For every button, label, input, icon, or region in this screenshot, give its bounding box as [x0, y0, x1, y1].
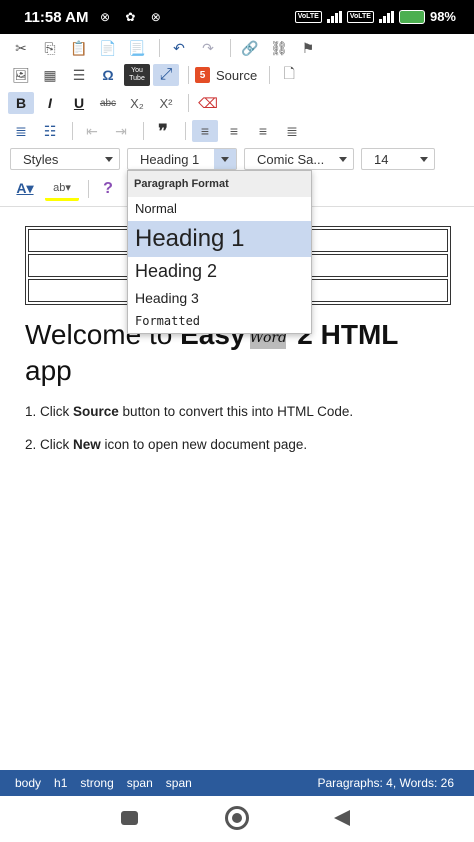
new-page-icon[interactable]: 🗋	[276, 64, 302, 86]
bg-color-icon[interactable]: ab▾	[45, 176, 79, 201]
paragraph-2[interactable]: 2. Click New icon to open new document p…	[25, 437, 307, 452]
divider	[230, 39, 231, 57]
styles-label: Styles	[23, 151, 59, 167]
home-icon[interactable]	[225, 806, 249, 830]
anchor-icon[interactable]: ⚑	[295, 37, 321, 59]
format-label: Heading 1	[140, 151, 200, 167]
status-right-icons: VoLTE VoLTE 98%	[294, 9, 456, 24]
link-icon[interactable]: 🔗	[237, 37, 263, 59]
menu-item-heading-2[interactable]: Heading 2	[128, 257, 311, 285]
recents-icon[interactable]	[121, 811, 138, 825]
image-icon[interactable]: 🖼	[8, 64, 34, 86]
paragraph-1[interactable]: 1. Click Source button to convert this i…	[25, 404, 353, 419]
menu-item-heading-3[interactable]: Heading 3	[128, 285, 311, 311]
strike-icon[interactable]: abc	[95, 92, 121, 114]
crumb-strong[interactable]: strong	[80, 776, 113, 790]
format-dropdown[interactable]: Heading 1	[127, 148, 237, 170]
align-right-icon[interactable]: ≡	[250, 120, 276, 142]
divider	[188, 66, 189, 84]
font-label: Comic Sa...	[257, 151, 325, 167]
align-left-icon[interactable]: ≡	[192, 120, 218, 142]
menu-item-heading-1[interactable]: Heading 1	[128, 221, 311, 257]
p1-bold: Source	[73, 404, 119, 419]
paste-icon[interactable]: 📋	[66, 37, 92, 59]
p1-text-end: button to convert this into HTML Code.	[118, 404, 354, 419]
special-char-icon[interactable]: Ω	[95, 64, 121, 86]
text-color-icon[interactable]: A▾	[8, 178, 42, 200]
format-arrow-button[interactable]	[214, 149, 236, 169]
volte2-icon: VoLTE	[346, 10, 374, 23]
divider	[88, 179, 89, 198]
subscript-icon[interactable]: X₂	[124, 92, 150, 114]
redo-icon[interactable]: ↷	[195, 37, 221, 59]
element-path-bar: body h1 strong span span Paragraphs: 4, …	[0, 770, 474, 796]
help-icon[interactable]: ?	[95, 178, 121, 200]
crumb-span[interactable]: span	[127, 776, 153, 790]
signal2-icon	[378, 10, 394, 23]
crumb-span-2[interactable]: span	[166, 776, 192, 790]
numbered-list-icon[interactable]: ≣	[8, 120, 34, 142]
p2-text-end: icon to open new document page.	[100, 437, 308, 452]
divider	[143, 122, 144, 140]
unlink-icon[interactable]: ⛓	[266, 37, 292, 59]
android-nav-bar	[0, 796, 474, 842]
bold-icon[interactable]: B	[8, 92, 34, 114]
p2-bold: New	[73, 437, 101, 452]
size-label: 14	[374, 151, 389, 167]
back-icon[interactable]	[334, 810, 350, 826]
divider	[185, 122, 186, 140]
battery-icon	[398, 9, 425, 24]
crumb-body[interactable]: body	[15, 776, 41, 790]
crumb-h1[interactable]: h1	[54, 776, 67, 790]
signal-icon	[326, 10, 342, 23]
underline-icon[interactable]: U	[66, 92, 92, 114]
volte-icon: VoLTE	[294, 10, 322, 23]
copy-icon[interactable]: ⎘	[37, 37, 63, 59]
chevron-down-icon	[105, 157, 113, 162]
source-button[interactable]: 5 Source	[195, 67, 257, 83]
align-center-icon[interactable]: ≡	[221, 120, 247, 142]
notification-icons: ⊗ ✿ ⊗	[100, 10, 167, 24]
youtube-icon[interactable]: You Tube	[124, 64, 150, 86]
maximize-icon[interactable]: ⤢	[153, 64, 179, 86]
italic-icon[interactable]: I	[37, 92, 63, 114]
divider	[188, 94, 189, 112]
blockquote-icon[interactable]: ❞	[150, 120, 176, 142]
styles-dropdown[interactable]: Styles	[10, 148, 120, 170]
breadcrumb: body h1 strong span span	[15, 776, 192, 790]
heading-line2: app	[25, 355, 72, 386]
chevron-down-icon	[339, 157, 347, 162]
horizontal-line-icon[interactable]: ☰	[66, 64, 92, 86]
paste-word-icon[interactable]: 📃	[124, 37, 150, 59]
chevron-down-icon	[221, 157, 229, 162]
paragraph-format-menu: Paragraph Format Normal Heading 1 Headin…	[127, 170, 312, 334]
status-bar: 11:58 AM ⊗ ✿ ⊗ VoLTE VoLTE 98%	[0, 0, 474, 34]
size-dropdown[interactable]: 14	[361, 148, 435, 170]
status-time: 11:58 AM	[24, 9, 89, 26]
table-icon[interactable]: ▦	[37, 64, 63, 86]
menu-header: Paragraph Format	[128, 171, 311, 197]
source-label: Source	[216, 67, 258, 83]
word-count: Paragraphs: 4, Words: 26	[317, 776, 454, 790]
p2-text: 2. Click	[25, 437, 74, 452]
superscript-icon[interactable]: X²	[153, 92, 179, 114]
cut-icon[interactable]: ✂	[8, 37, 34, 59]
indent-icon[interactable]: ⇥	[108, 120, 134, 142]
chevron-down-icon	[420, 157, 428, 162]
bullet-list-icon[interactable]: ☷	[37, 120, 63, 142]
divider	[72, 122, 73, 140]
p1-text: 1. Click	[25, 404, 74, 419]
battery-percent: 98%	[429, 9, 456, 24]
justify-icon[interactable]: ≣	[279, 120, 305, 142]
menu-item-normal[interactable]: Normal	[128, 197, 311, 221]
outdent-icon[interactable]: ⇤	[79, 120, 105, 142]
divider	[269, 66, 271, 84]
undo-icon[interactable]: ↶	[166, 37, 192, 59]
html5-icon: 5	[195, 67, 210, 83]
divider	[159, 39, 160, 57]
font-dropdown[interactable]: Comic Sa...	[244, 148, 354, 170]
remove-format-icon[interactable]: ⌫	[195, 92, 221, 114]
paste-text-icon[interactable]: 📄	[95, 37, 121, 59]
menu-item-formatted[interactable]: Formatted	[128, 311, 311, 331]
